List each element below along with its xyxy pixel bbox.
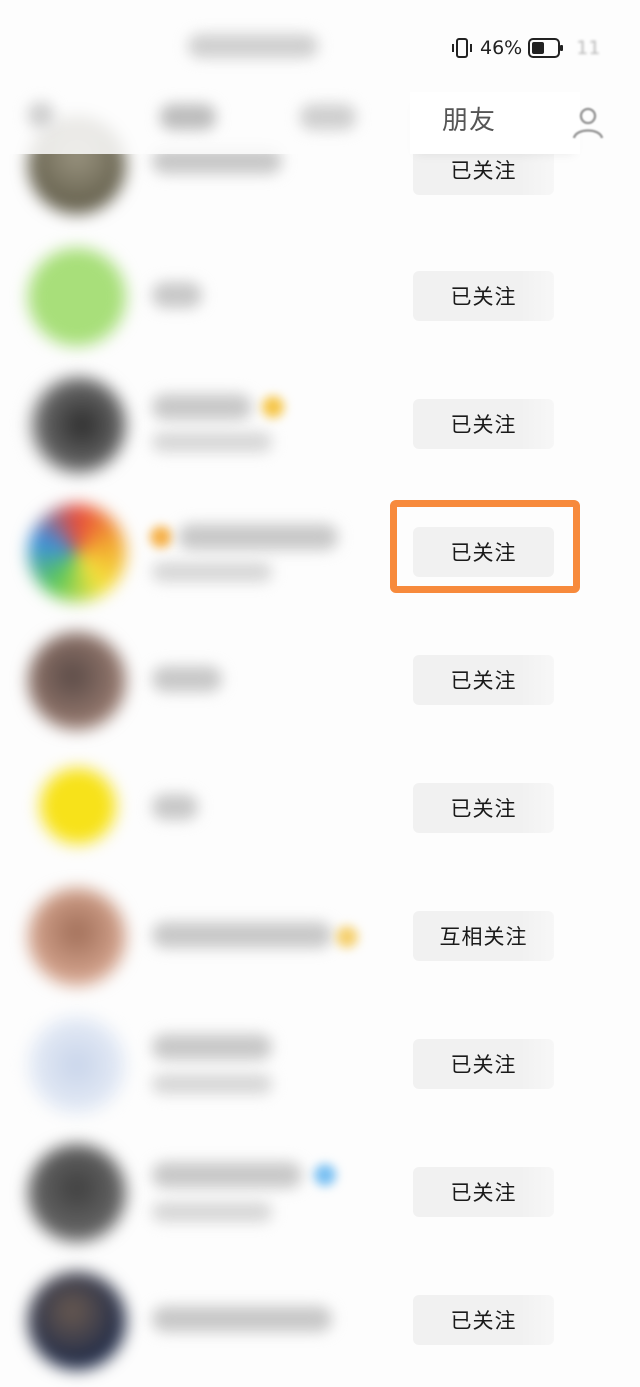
edge-fade [520,266,640,326]
tab-friends-container: 朋友 [410,92,580,154]
list-item[interactable]: 已关注 [0,746,640,874]
user-name-blurred [178,524,338,550]
edge-fade [520,650,640,710]
user-subtitle-blurred [152,432,272,452]
avatar[interactable] [28,1144,126,1242]
user-name-blurred [152,794,198,820]
avatar[interactable] [28,632,126,730]
list-item[interactable]: 已关注 [0,1130,640,1258]
list-item[interactable]: 已关注 [0,234,640,362]
tab-bar: 朋友 [0,92,640,154]
avatar[interactable] [28,376,126,474]
edge-fade [520,394,640,454]
edge-fade [520,778,640,838]
list-item[interactable]: 互相关注 [0,874,640,1002]
edge-fade [520,906,640,966]
list-item[interactable]: 已关注 [0,618,640,746]
avatar[interactable] [28,1272,126,1370]
user-name-blurred [152,922,332,948]
user-name-blurred [152,1034,272,1060]
avatar[interactable] [28,888,126,986]
user-name-blurred [152,666,222,692]
user-subtitle-blurred [152,562,272,582]
tab-blurred[interactable] [300,104,356,130]
follow-status-button[interactable]: 已关注 [413,527,554,577]
badge-icon [314,1164,336,1186]
list-item[interactable]: 已关注 [0,362,640,490]
badge-icon [150,526,172,548]
edge-fade [520,1034,640,1094]
user-name-blurred [152,394,252,420]
avatar[interactable] [28,248,126,346]
tab-blurred[interactable] [160,104,216,130]
edge-fade [520,1290,640,1350]
user-name-blurred [152,1306,332,1332]
list-item[interactable]: 已关注 [0,1002,640,1130]
avatar[interactable] [28,1016,126,1114]
user-name-blurred [152,282,202,308]
person-icon[interactable] [568,102,608,142]
user-subtitle-blurred [152,1074,272,1094]
follow-list: 已关注 已关注 已关注 已关注 已关注 已关注 互相关注 已关注 已关注 已关注 [0,0,640,1387]
avatar[interactable] [40,768,116,844]
user-name-blurred [152,1162,302,1188]
avatar[interactable] [28,504,126,602]
badge-icon [262,396,284,418]
list-item[interactable]: 已关注 [0,1258,640,1386]
tab-friends[interactable]: 朋友 [442,100,496,137]
badge-icon [336,926,358,948]
edge-fade [520,1162,640,1222]
list-item[interactable]: 已关注 [0,490,640,618]
back-icon[interactable] [28,102,54,128]
user-subtitle-blurred [152,1202,272,1222]
